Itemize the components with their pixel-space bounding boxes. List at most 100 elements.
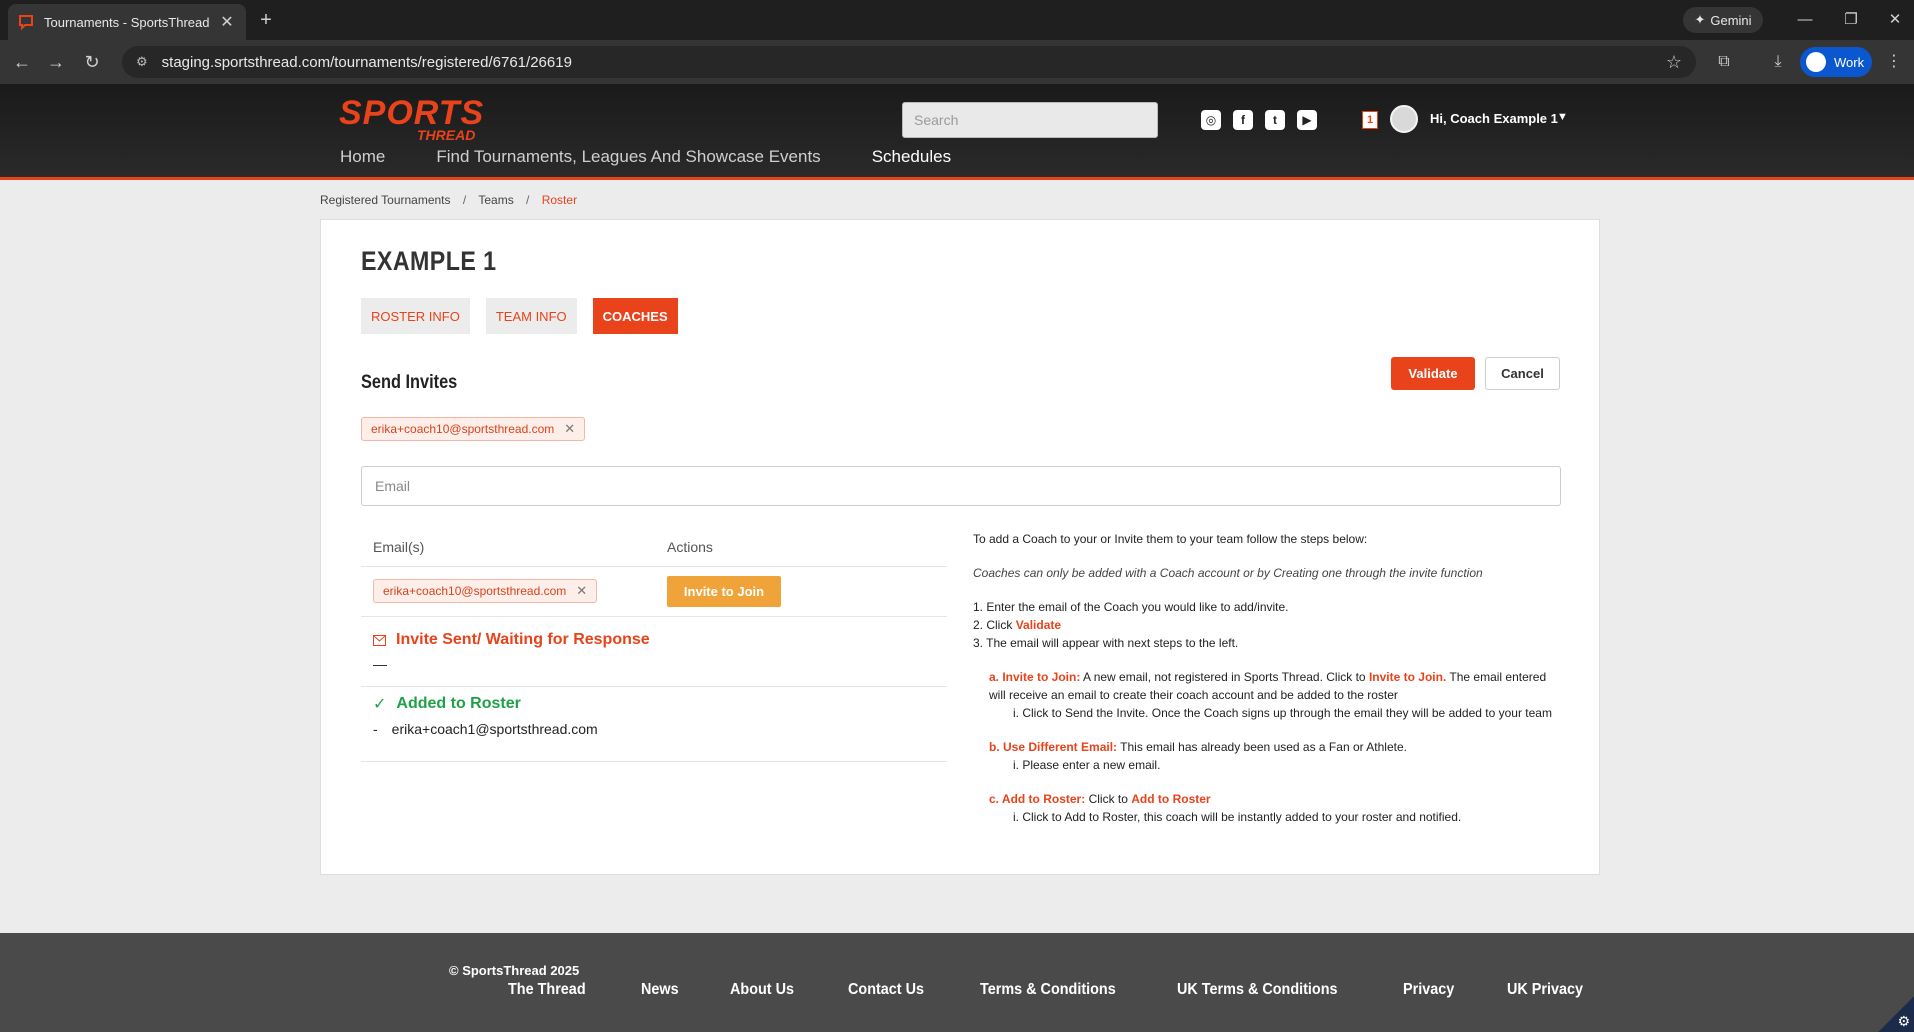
- nav-home[interactable]: Home: [340, 147, 385, 167]
- browser-tab[interactable]: Tournaments - SportsThread ✕: [8, 4, 246, 40]
- footer-link-uk-privacy[interactable]: UK Privacy: [1507, 981, 1583, 999]
- help-note: Coaches can only be added with a Coach a…: [973, 566, 1483, 580]
- check-icon: ✓: [373, 696, 387, 713]
- profile-avatar: [1806, 52, 1826, 72]
- breadcrumb-registered-tournaments[interactable]: Registered Tournaments: [320, 193, 451, 207]
- nav-find-tournaments[interactable]: Find Tournaments, Leagues And Showcase E…: [436, 147, 820, 167]
- breadcrumb: Registered Tournaments / Teams / Roster: [320, 193, 577, 207]
- help-step2: 2. Click Validate: [973, 616, 1561, 634]
- help-a-title: a. Invite to Join:: [989, 670, 1081, 684]
- download-icon[interactable]: ⤓: [1766, 50, 1790, 74]
- logo-main-text: SPORTS: [339, 94, 485, 132]
- remove-chip-icon[interactable]: ✕: [564, 421, 575, 437]
- waiting-title: Invite Sent/ Waiting for Response: [373, 631, 947, 649]
- invite-to-join-button[interactable]: Invite to Join: [667, 576, 781, 607]
- added-title-text: Added to Roster: [396, 695, 521, 712]
- site-info-icon[interactable]: ⚙: [136, 54, 148, 70]
- coaches-card: EXAMPLE 1 ROSTER INFO TEAM INFO COACHES …: [320, 219, 1600, 875]
- breadcrumb-separator: /: [462, 193, 467, 207]
- reload-icon[interactable]: ↻: [80, 50, 104, 74]
- added-title: ✓ Added to Roster: [373, 694, 947, 714]
- col-actions: Actions: [667, 539, 713, 555]
- waiting-empty: —: [373, 656, 387, 672]
- email-chip-text: erika+coach10@sportsthread.com: [371, 422, 555, 436]
- footer-link-contact-us[interactable]: Contact Us: [848, 981, 924, 999]
- copyright: © SportsThread 2025: [449, 963, 580, 978]
- table-row: erika+coach10@sportsthread.com ✕ Invite …: [361, 567, 947, 617]
- footer-link-uk-terms[interactable]: UK Terms & Conditions: [1177, 981, 1338, 999]
- added-email: erika+coach1@sportsthread.com: [391, 721, 598, 737]
- list-dash: -: [373, 721, 378, 737]
- browser-tab-bar: Tournaments - SportsThread ✕ + ✦ Gemini …: [0, 0, 1914, 40]
- forward-icon[interactable]: →: [44, 50, 68, 74]
- footer-link-terms[interactable]: Terms & Conditions: [980, 981, 1116, 999]
- restore-icon[interactable]: ❐: [1836, 8, 1866, 32]
- footer-links: The Thread News About Us Contact Us Term…: [508, 981, 1638, 999]
- address-bar[interactable]: ⚙ staging.sportsthread.com/tournaments/r…: [122, 46, 1696, 78]
- gemini-label: Gemini: [1710, 12, 1752, 28]
- instructions-panel: To add a Coach to your or Invite them to…: [973, 530, 1561, 826]
- profile-label: Work: [1834, 54, 1865, 70]
- caret-down-icon[interactable]: ▼: [1557, 111, 1568, 123]
- help-option-c: c. Add to Roster: Click to Add to Roster: [989, 790, 1561, 808]
- youtube-icon[interactable]: ▶: [1297, 110, 1317, 130]
- help-option-b-sub: i. Please enter a new email.: [1013, 758, 1161, 772]
- cancel-button[interactable]: Cancel: [1485, 357, 1560, 390]
- remove-row-icon[interactable]: ✕: [576, 583, 587, 599]
- sportsthread-favicon-icon: [19, 15, 33, 30]
- envelope-icon: [373, 634, 386, 646]
- team-title: EXAMPLE 1: [361, 246, 497, 276]
- user-greeting[interactable]: Hi, Coach Example 1: [1430, 111, 1558, 126]
- footer-link-the-thread[interactable]: The Thread: [508, 981, 586, 999]
- help-b-title: b. Use Different Email:: [989, 740, 1118, 754]
- browser-toolbar: ← → ↻ ⚙ staging.sportsthread.com/tournam…: [0, 40, 1914, 84]
- help-step2-prefix: 2. Click: [973, 618, 1016, 632]
- tab-roster-info[interactable]: ROSTER INFO: [361, 298, 470, 334]
- url-text: staging.sportsthread.com/tournaments/reg…: [161, 53, 572, 71]
- gemini-button[interactable]: ✦ Gemini: [1683, 7, 1763, 33]
- help-intro: To add a Coach to your or Invite them to…: [973, 532, 1368, 546]
- bookmark-star-icon[interactable]: ☆: [1666, 52, 1682, 73]
- facebook-icon[interactable]: f: [1233, 110, 1253, 130]
- help-option-c-sub: i. Click to Add to Roster, this coach wi…: [1013, 810, 1462, 824]
- site-footer: © SportsThread 2025 The Thread News Abou…: [0, 933, 1914, 1032]
- profile-button[interactable]: Work: [1800, 47, 1872, 77]
- tab-team-info[interactable]: TEAM INFO: [485, 298, 577, 334]
- reading-mode-icon[interactable]: ⧉: [1712, 50, 1736, 74]
- help-step1: 1. Enter the email of the Coach you woul…: [973, 600, 1289, 614]
- help-c-text: Click to: [1085, 792, 1132, 806]
- help-a-text: A new email, not registered in Sports Th…: [1080, 670, 1369, 684]
- twitter-icon[interactable]: t: [1265, 110, 1285, 130]
- close-tab-icon[interactable]: ✕: [218, 12, 236, 32]
- waiting-title-text: Invite Sent/ Waiting for Response: [396, 631, 650, 648]
- sportsthread-logo[interactable]: SPORTS THREAD: [339, 94, 485, 143]
- settings-corner[interactable]: ⚙: [1878, 996, 1914, 1032]
- sparkle-icon: ✦: [1694, 12, 1706, 27]
- nav-schedules[interactable]: Schedules: [872, 147, 951, 167]
- close-window-icon[interactable]: ✕: [1880, 8, 1910, 32]
- site-search-input[interactable]: [902, 102, 1158, 138]
- notification-badge[interactable]: 1: [1362, 111, 1378, 129]
- email-input[interactable]: [361, 466, 1561, 506]
- menu-kebab-icon[interactable]: ⋮: [1882, 50, 1906, 74]
- email-chip: erika+coach10@sportsthread.com ✕: [361, 417, 586, 441]
- instagram-icon[interactable]: ◎: [1201, 110, 1221, 130]
- new-tab-icon[interactable]: +: [254, 8, 278, 32]
- main-nav: Home Find Tournaments, Leagues And Showc…: [340, 147, 1002, 167]
- breadcrumb-teams[interactable]: Teams: [478, 193, 513, 207]
- help-step2-validate: Validate: [1015, 618, 1062, 632]
- validate-button[interactable]: Validate: [1391, 357, 1475, 390]
- footer-link-news[interactable]: News: [641, 981, 679, 999]
- help-option-a: a. Invite to Join: A new email, not regi…: [989, 668, 1561, 704]
- footer-link-privacy[interactable]: Privacy: [1403, 981, 1454, 999]
- help-c-title: c. Add to Roster:: [989, 792, 1086, 806]
- site-header: SPORTS THREAD Home Find Tournaments, Lea…: [0, 84, 1914, 180]
- tab-coaches[interactable]: COACHES: [592, 298, 678, 334]
- logo-sub-text: THREAD: [417, 127, 476, 143]
- footer-link-about-us[interactable]: About Us: [730, 981, 794, 999]
- user-avatar[interactable]: [1390, 105, 1418, 133]
- team-tabs: ROSTER INFO TEAM INFO COACHES: [361, 298, 678, 334]
- waiting-section: Invite Sent/ Waiting for Response —: [361, 631, 947, 687]
- minimize-icon[interactable]: —: [1790, 8, 1820, 32]
- back-icon[interactable]: ←: [10, 50, 34, 74]
